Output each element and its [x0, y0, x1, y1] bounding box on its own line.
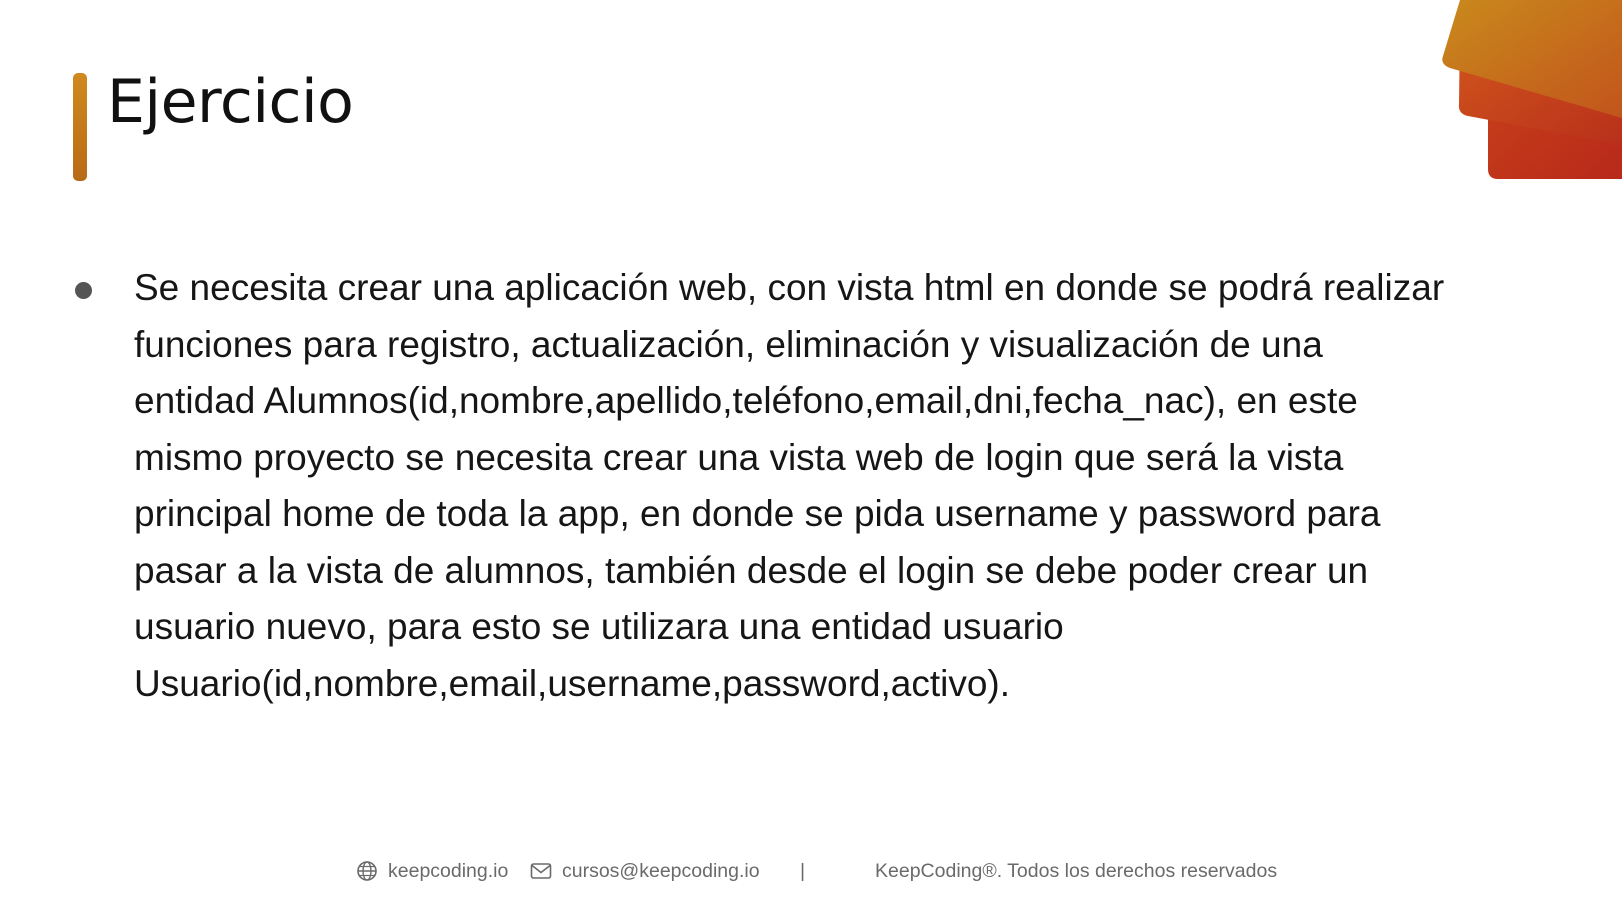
footer: keepcoding.io cursos@keepcoding.io | Kee… — [0, 856, 1622, 886]
slide: Ejercicio Se necesita crear una aplicaci… — [0, 0, 1622, 897]
bullet-list: Se necesita crear una aplicación web, co… — [72, 260, 1592, 712]
footer-email-text: cursos@keepcoding.io — [562, 859, 760, 882]
footer-website: keepcoding.io — [356, 856, 508, 886]
title-accent-bar — [73, 73, 87, 181]
footer-email: cursos@keepcoding.io — [530, 856, 760, 886]
footer-copyright: KeepCoding®. Todos los derechos reservad… — [875, 859, 1278, 882]
corner-decoration — [1442, 0, 1622, 179]
slide-title: Ejercicio — [107, 67, 354, 137]
bullet-dot-icon — [75, 282, 92, 299]
footer-website-text: keepcoding.io — [388, 859, 509, 882]
footer-separator: | — [800, 859, 806, 882]
bullet-item: Se necesita crear una aplicación web, co… — [72, 260, 1592, 712]
bullet-text: Se necesita crear una aplicación web, co… — [134, 267, 1445, 704]
globe-icon — [357, 861, 377, 881]
envelope-icon — [530, 863, 552, 879]
